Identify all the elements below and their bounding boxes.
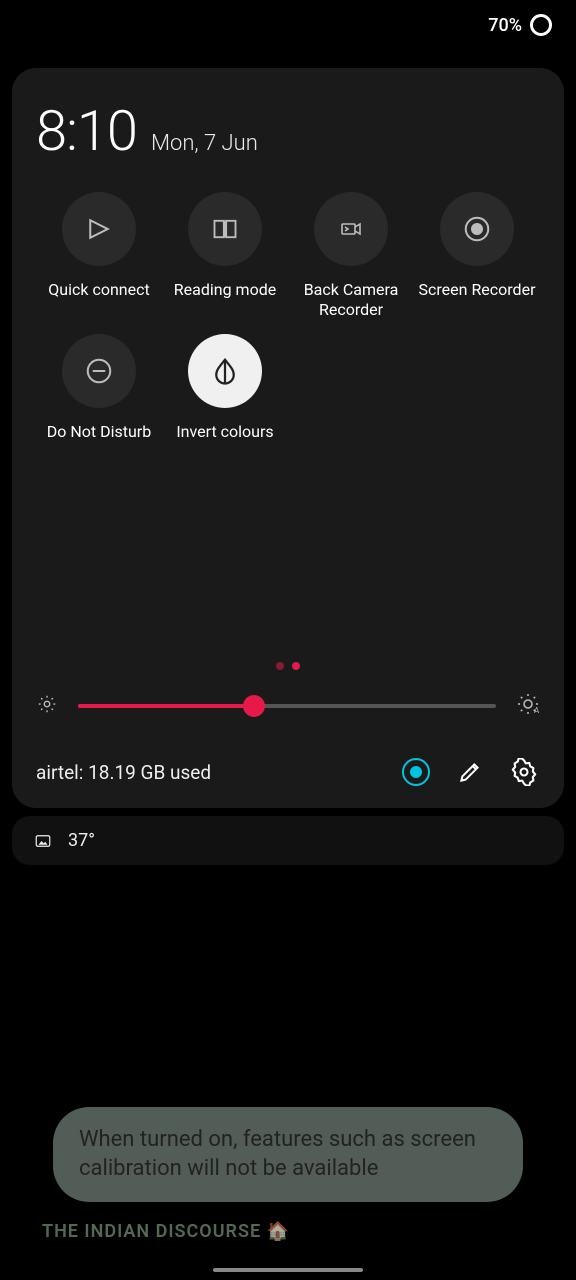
- tile-invert-colours[interactable]: Invert colours: [162, 334, 288, 462]
- background-app-card: NEWS NEWS NEWS 3 Minute News 📰 Share Top…: [20, 855, 556, 1118]
- quick-settings-panel: 8:10 Mon, 7 Jun Quick connect Reading mo…: [12, 68, 564, 808]
- user-icon: [402, 758, 430, 786]
- temperature-bar[interactable]: 37°: [12, 816, 564, 865]
- slider-fill: [78, 704, 254, 708]
- avatar: THE SOUND GUY: [78, 991, 154, 1067]
- slider-thumb[interactable]: [243, 695, 265, 717]
- tile-label: Quick connect: [48, 280, 149, 320]
- carrier-text[interactable]: airtel: 18.19 GB used: [36, 761, 378, 784]
- gear-icon: [510, 758, 538, 786]
- svg-text:A: A: [534, 706, 540, 715]
- battery-ring-icon: [530, 14, 552, 36]
- navigation-hint[interactable]: [213, 1268, 363, 1272]
- picture-icon: [32, 832, 54, 850]
- counts: 511 👤 / 28 💬: [174, 1071, 371, 1104]
- settings-button[interactable]: [508, 756, 540, 788]
- tile-reading-mode[interactable]: Reading mode: [162, 192, 288, 320]
- clock-row[interactable]: 8:10 Mon, 7 Jun: [36, 98, 540, 164]
- quick-connect-icon: [62, 192, 136, 266]
- brightness-slider[interactable]: [78, 704, 496, 708]
- status-bar: 70%: [0, 0, 576, 50]
- book-icon: [188, 192, 262, 266]
- edit-button[interactable]: [454, 756, 486, 788]
- tile-quick-connect[interactable]: Quick connect: [36, 192, 162, 320]
- tile-label: Back Camera Recorder: [288, 280, 414, 320]
- pencil-icon: [457, 759, 483, 785]
- clock-time: 8:10: [36, 98, 137, 164]
- tile-label: Screen Recorder: [419, 280, 536, 320]
- tile-label: Do Not Disturb: [47, 422, 151, 462]
- avatar: [36, 963, 116, 1043]
- bg-line-2: Bezos🏢🇨🇳$247B💰 Flipkart🥊 😅👑: [36, 920, 540, 952]
- bg-line-1: 3 Minute News 📰 Share Top Stories🚀: [36, 888, 540, 920]
- tile-back-camera-recorder[interactable]: Back Camera Recorder: [288, 192, 414, 320]
- tile-screen-recorder[interactable]: Screen Recorder: [414, 192, 540, 320]
- page-indicator: [36, 662, 540, 670]
- temperature-value: 37°: [68, 830, 95, 851]
- invert-icon: [188, 334, 262, 408]
- dot: [276, 662, 284, 670]
- avatar-stack: THE SOUND GUY: [36, 963, 156, 1073]
- dnd-icon: [62, 334, 136, 408]
- battery-percent: 70%: [488, 15, 522, 36]
- name-row: Minh Do 💬: [174, 999, 371, 1035]
- name-row: Katherine Lynn 💬: [174, 1035, 371, 1071]
- qs-footer: airtel: 18.19 GB used: [36, 756, 540, 788]
- camera-recorder-icon: [314, 192, 388, 266]
- bg-people: THE SOUND GUY Andrew Lee 🎧 💬 Minh Do 💬 K…: [36, 963, 540, 1104]
- names-list: Andrew Lee 🎧 💬 Minh Do 💬 Katherine Lynn …: [174, 963, 371, 1104]
- dot-active: [292, 662, 300, 670]
- tile-label: Reading mode: [174, 280, 276, 320]
- bottom-brand: THE INDIAN DISCOURSE 🏠: [42, 1221, 290, 1242]
- bg-heading: NEWS NEWS NEWS: [36, 869, 540, 888]
- name-row: Andrew Lee 🎧 💬: [174, 963, 371, 999]
- clock-date: Mon, 7 Jun: [151, 131, 258, 156]
- tile-dnd[interactable]: Do Not Disturb: [36, 334, 162, 462]
- record-icon: [440, 192, 514, 266]
- brightness-auto-icon[interactable]: A: [516, 692, 540, 720]
- brightness-low-icon: [36, 693, 58, 719]
- tile-label: Invert colours: [176, 422, 273, 462]
- tiles-grid: Quick connect Reading mode Back Camera R…: [36, 192, 540, 462]
- toast-message: When turned on, features such as screen …: [53, 1107, 523, 1202]
- user-button[interactable]: [400, 756, 432, 788]
- brightness-row: A: [36, 692, 540, 720]
